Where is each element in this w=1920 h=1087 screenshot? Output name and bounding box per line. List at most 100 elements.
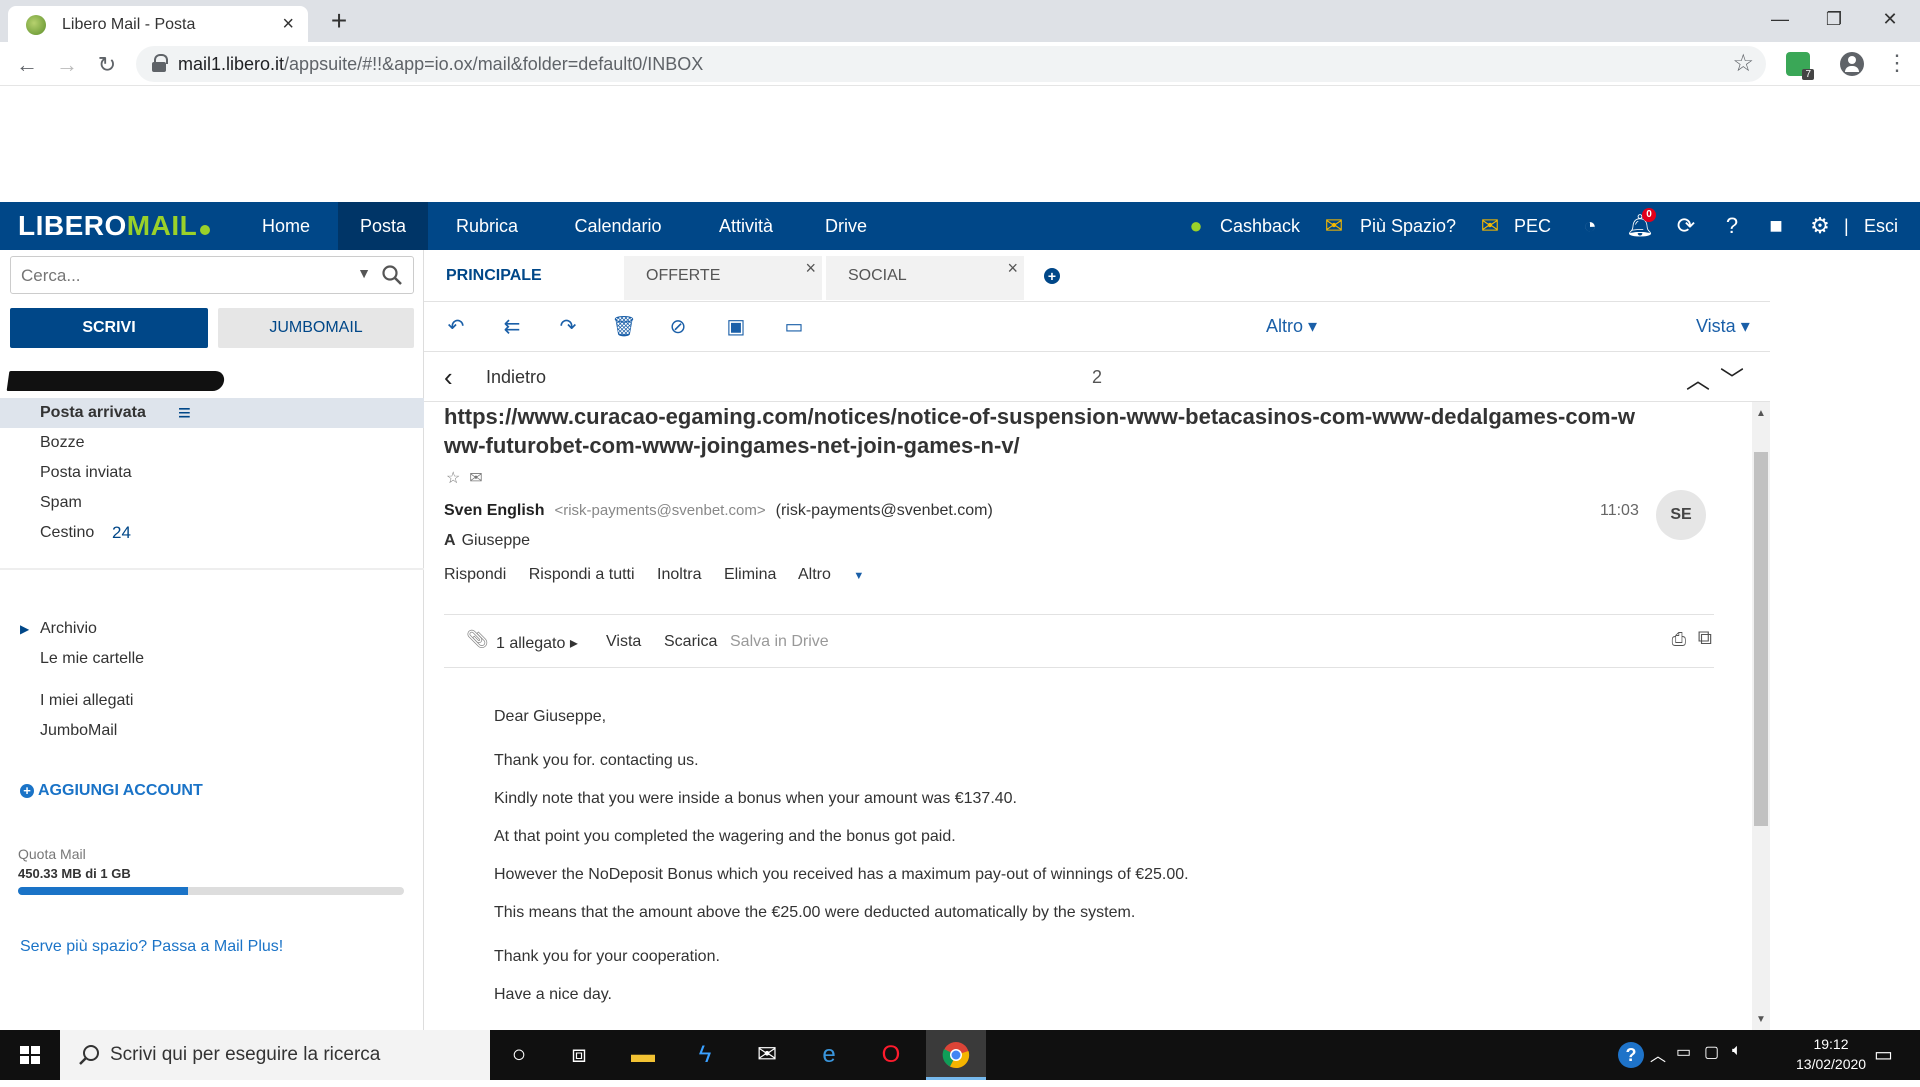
file-explorer-icon[interactable]: ▬ [616, 1030, 670, 1080]
browser-tab[interactable]: Libero Mail - Posta × [8, 6, 308, 42]
recipient-name[interactable]: Giuseppe [462, 532, 531, 549]
volume-icon[interactable]: 🔈︎ [1732, 1042, 1742, 1060]
taskbar-search[interactable]: Scrivi qui per eseguire la ricerca [60, 1030, 490, 1080]
profile-icon[interactable] [1840, 52, 1864, 76]
search-icon[interactable] [381, 264, 403, 286]
print-icon[interactable]: ⎙ [1672, 629, 1686, 650]
lock-icon[interactable]: ■ [1764, 214, 1788, 238]
extension-shield-icon[interactable]: 7 [1786, 52, 1814, 80]
tray-expand-icon[interactable]: ︿ [1650, 1042, 1666, 1066]
my-attachments-link[interactable]: I miei allegati [0, 686, 424, 716]
bell-icon[interactable]: 🔔︎ 0 [1626, 208, 1656, 238]
chevron-up-icon[interactable]: ︿ [1686, 360, 1710, 395]
delete-link[interactable]: Elimina [724, 566, 776, 583]
popout-icon[interactable]: ⧉ [1698, 627, 1712, 650]
refresh-icon[interactable]: ⟳ [1674, 214, 1698, 238]
app-lightning-icon[interactable]: ϟ [678, 1030, 732, 1080]
windows-start-icon[interactable] [0, 1030, 60, 1080]
folder-sent[interactable]: Posta inviata [0, 458, 424, 488]
close-window-button[interactable]: ✕ [1862, 0, 1918, 40]
star-icon[interactable]: ☆ [446, 470, 460, 487]
notification-center-icon[interactable]: ▭ [1874, 1042, 1893, 1067]
browser-menu-icon[interactable]: ⋮ [1886, 50, 1908, 76]
folder-spam[interactable]: Spam [0, 488, 424, 518]
reply-all-icon[interactable]: ⇇ [498, 314, 526, 340]
scroll-up-icon[interactable]: ▲ [1756, 408, 1766, 419]
folder-my-folders[interactable]: Le mie cartelle [0, 644, 424, 674]
forward-icon[interactable]: ↷ [554, 314, 582, 340]
delete-icon[interactable]: 🗑︎ [610, 314, 638, 340]
tab-close-icon[interactable]: × [282, 13, 294, 36]
search-box[interactable]: ▼ [10, 256, 414, 294]
upgrade-link[interactable]: Serve più spazio? Passa a Mail Plus! [20, 938, 283, 956]
tab-offerte[interactable]: PRINCIPALEOFFERTE× [624, 256, 822, 300]
search-options-chevron-icon[interactable]: ▼ [357, 265, 371, 281]
new-tab-button[interactable]: + [324, 4, 354, 38]
pec-link[interactable]: PEC [1514, 202, 1551, 250]
pec-mail-icon[interactable]: ✉ [1478, 214, 1502, 238]
folder-menu-icon[interactable]: ≡ [178, 398, 191, 428]
more-space-link[interactable]: Più Spazio? [1360, 202, 1456, 250]
nav-posta[interactable]: Posta [338, 202, 428, 250]
reload-icon[interactable]: ↻ [92, 50, 122, 80]
cashback-link[interactable]: Cashback [1220, 202, 1300, 250]
piggybank-icon[interactable]: ● [1184, 214, 1208, 238]
jumbomail-button[interactable]: JUMBOMAIL [218, 308, 414, 348]
folder-archive[interactable]: ▶ Archivio [0, 614, 424, 644]
maximize-button[interactable]: ❐ [1806, 0, 1862, 40]
taskbar-time[interactable]: 19:12 [1796, 1036, 1866, 1052]
libero-mail-logo[interactable]: LIBEROMAIL [18, 210, 211, 242]
search-input[interactable] [19, 263, 343, 289]
folder-drafts[interactable]: Bozze [0, 428, 424, 458]
mail-plus-icon[interactable]: ✉ [1322, 214, 1346, 238]
envelope-icon[interactable]: ✉ [469, 470, 482, 487]
cortana-icon[interactable]: ○ [492, 1030, 546, 1080]
close-tab-icon[interactable]: × [1007, 248, 1018, 288]
forward-arrow-icon[interactable]: → [52, 50, 82, 80]
bookmark-star-icon[interactable]: ☆ [1732, 49, 1754, 78]
archive-icon[interactable]: ▣ [722, 314, 750, 340]
taskbar-date[interactable]: 13/02/2020 [1796, 1056, 1866, 1072]
tab-social[interactable]: SOCIAL × [826, 256, 1024, 300]
nav-attivita[interactable]: Attività [708, 202, 784, 250]
message-scrollbar[interactable]: ▲ ▼ [1752, 402, 1770, 1030]
reply-icon[interactable]: ↶ [442, 314, 470, 340]
nav-drive[interactable]: Drive [816, 202, 876, 250]
folder-inbox[interactable]: Posta arrivata ≡ [0, 398, 424, 428]
gear-icon[interactable]: ⚙ [1808, 214, 1832, 238]
nav-rubrica[interactable]: Rubrica [440, 202, 534, 250]
sender-name[interactable]: Sven English [444, 502, 544, 519]
close-tab-icon[interactable]: × [805, 248, 816, 288]
jumbomail-link[interactable]: JumboMail [0, 716, 424, 746]
forward-link[interactable]: Inoltra [657, 566, 701, 583]
minimize-button[interactable]: — [1752, 0, 1808, 40]
back-link[interactable]: Indietro [486, 367, 546, 388]
nav-calendario[interactable]: Calendario [566, 202, 670, 250]
scroll-thumb[interactable] [1754, 452, 1768, 826]
folder-trash[interactable]: Cestino 24 [0, 518, 424, 548]
edge-browser-icon[interactable]: e [802, 1030, 856, 1080]
logout-link[interactable]: Esci [1864, 202, 1898, 250]
view-dropdown[interactable]: Vista ▾ [1696, 316, 1750, 337]
clock-icon[interactable]: ◔ [1578, 214, 1602, 238]
attachment-view-link[interactable]: Vista [606, 633, 641, 651]
tab-principale[interactable]: PRINCIPALE [424, 256, 624, 300]
mail-app-icon[interactable]: ✉ [740, 1030, 794, 1080]
save-to-drive-link[interactable]: Salva in Drive [730, 633, 829, 651]
expand-caret-icon[interactable]: ▶ [20, 614, 29, 644]
reply-all-link[interactable]: Rispondi a tutti [529, 566, 635, 583]
back-arrow-icon[interactable]: ← [12, 50, 42, 80]
spam-block-icon[interactable]: ⊘ [664, 314, 692, 340]
nav-home[interactable]: Home [240, 202, 332, 250]
chevron-down-icon[interactable]: ﹀ [1720, 360, 1744, 395]
attachment-download-link[interactable]: Scarica [664, 633, 717, 651]
attachment-count[interactable]: 1 allegato ▸ [496, 633, 578, 653]
sender-email[interactable]: <risk-payments@svenbet.com> [554, 502, 765, 519]
chrome-browser-icon[interactable] [926, 1030, 986, 1080]
reply-link[interactable]: Rispondi [444, 566, 506, 583]
help-icon[interactable]: ? [1720, 214, 1744, 238]
back-chevron-icon[interactable]: ‹ [444, 362, 453, 393]
add-account-button[interactable]: + AGGIUNGI ACCOUNT [20, 782, 203, 800]
move-folder-icon[interactable]: ▭ [780, 314, 808, 340]
battery-icon[interactable]: ▭ [1676, 1042, 1691, 1062]
